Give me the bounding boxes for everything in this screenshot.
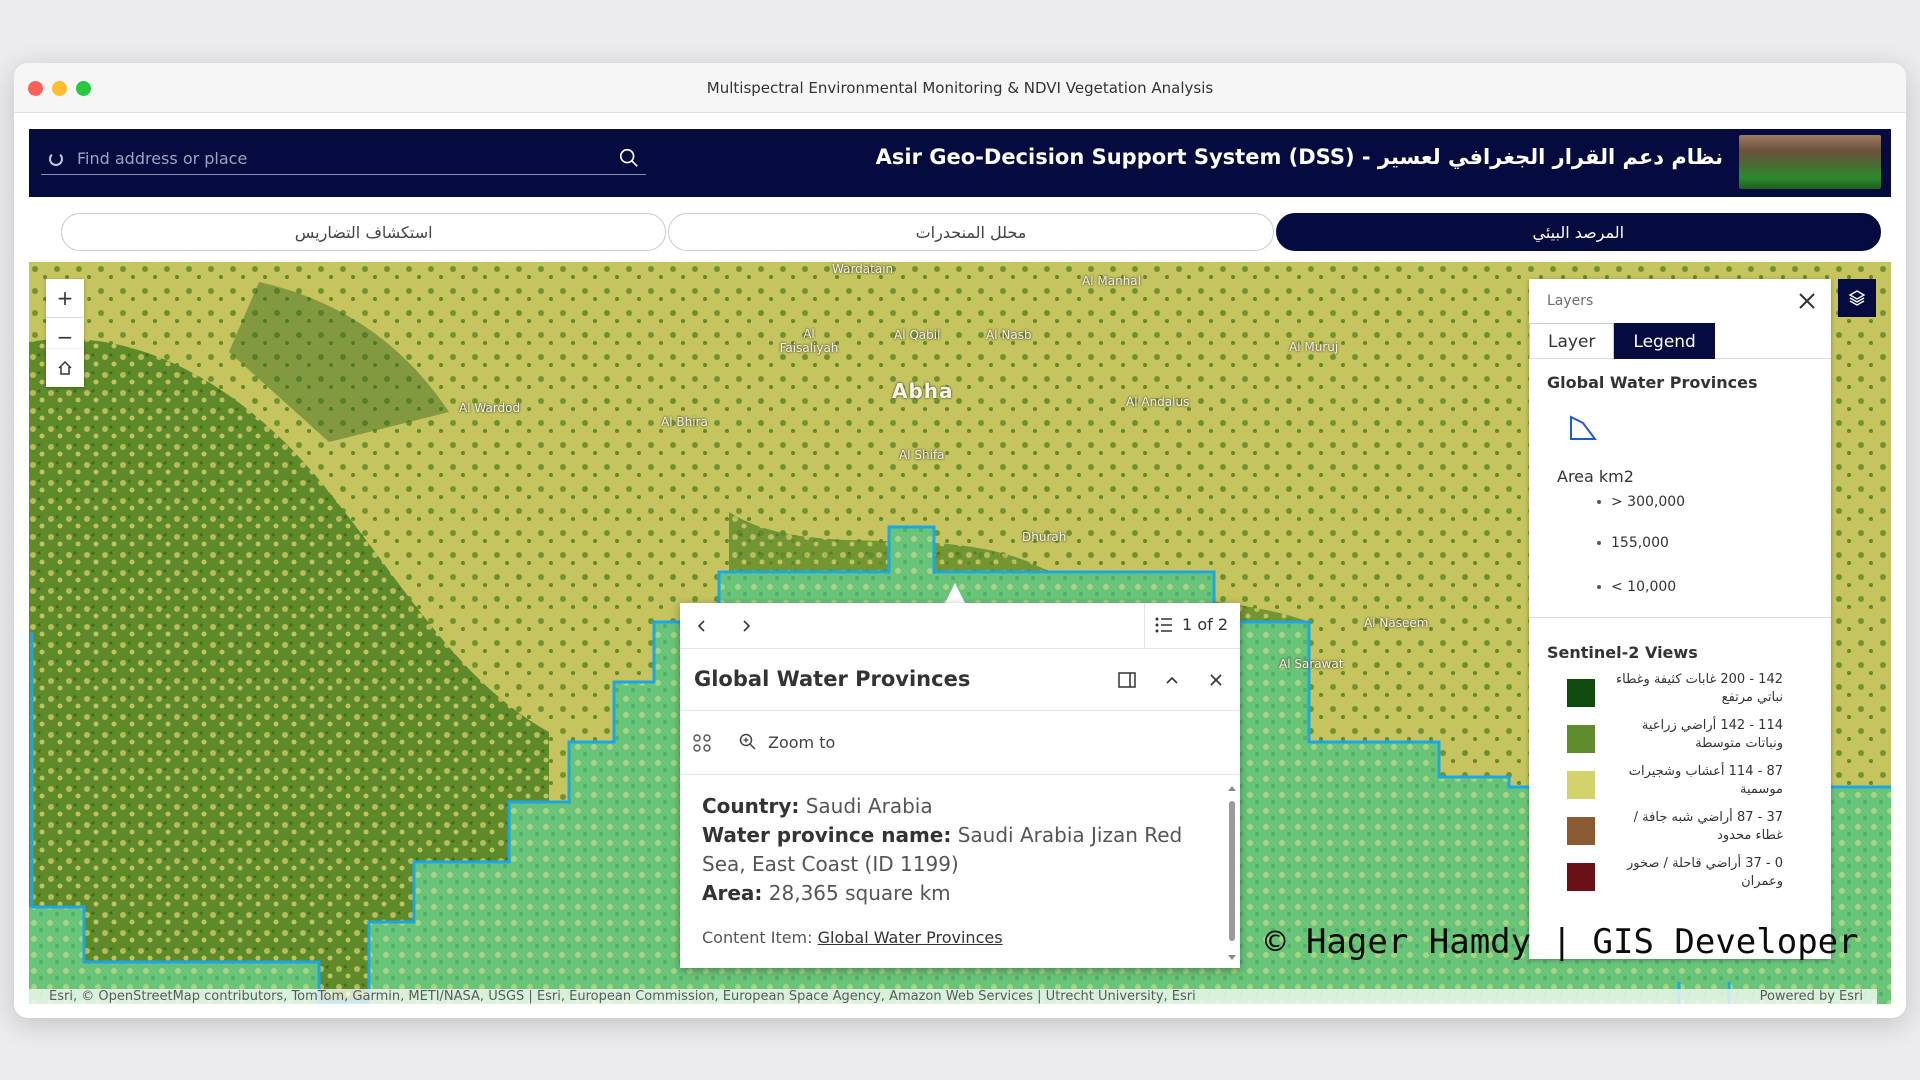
layers-toggle-button[interactable] bbox=[1838, 279, 1876, 317]
chevron-up-icon[interactable] bbox=[1162, 670, 1182, 690]
map-label-al-muruj: Al Muruj bbox=[1289, 340, 1339, 354]
zoom-to-icon bbox=[739, 733, 756, 750]
attr-country: Country: Saudi Arabia bbox=[702, 794, 933, 818]
scroll-up-icon[interactable] bbox=[1227, 783, 1237, 793]
popup-navigation: 1 of 2 bbox=[680, 603, 1240, 649]
list-icon bbox=[1155, 617, 1173, 632]
popup-title-row: Global Water Provinces bbox=[680, 649, 1240, 711]
legend-area-label: Area km2 bbox=[1557, 467, 1634, 486]
map-label-al-bhira: Al Bhira bbox=[661, 415, 708, 429]
attr-water-province: Water province name: Saudi Arabia Jizan … bbox=[702, 823, 1183, 876]
popup-scrollbar[interactable] bbox=[1227, 783, 1237, 963]
legend-class-label: 0 - 37 أراضي قاحلة / صخور وعمران bbox=[1627, 856, 1783, 889]
legend-swatch bbox=[1567, 863, 1595, 891]
layers-panel-title: Layers bbox=[1547, 293, 1594, 309]
zoom-to-label: Zoom to bbox=[768, 732, 836, 752]
legend-size-medium: 155,000 bbox=[1597, 535, 1669, 551]
app-header: Asir Geo-Decision Support System (DSS) -… bbox=[29, 129, 1891, 197]
main-tabs: استكشاف التضاريس محلل المنحدرات المرصد ا… bbox=[61, 213, 1881, 253]
popup-feature-menu[interactable]: 1 of 2 bbox=[1154, 615, 1228, 634]
map-label-abha: Abha bbox=[892, 379, 954, 403]
search-widget bbox=[41, 141, 646, 175]
map-label-al-shifa: Al Shifa bbox=[899, 448, 945, 462]
layers-panel-tabs: Layer Legend bbox=[1529, 323, 1831, 359]
attr-area: Area: 28,365 square km bbox=[702, 881, 951, 905]
zoom-in-button[interactable]: + bbox=[46, 279, 84, 317]
popup-nav-divider bbox=[1144, 603, 1145, 649]
legend-body: Global Water Provinces Area km2 > 300,00… bbox=[1529, 359, 1831, 959]
grid-icon[interactable] bbox=[692, 733, 712, 753]
popup-pointer bbox=[945, 583, 965, 603]
zoom-to-button[interactable]: Zoom to bbox=[738, 732, 835, 752]
legend-class-row: 87 - 114 أعشاب وشجيرات موسمية bbox=[1567, 763, 1783, 799]
popup-title: Global Water Provinces bbox=[694, 667, 971, 691]
tab-layer[interactable]: Layer bbox=[1529, 323, 1615, 359]
legend-class-label: 37 - 87 أراضي شبه جافة / غطاء محدود bbox=[1633, 810, 1783, 843]
map-label-al-wardod: Al Wardod bbox=[459, 401, 521, 415]
map-label-al-andalus: Al Andalus bbox=[1126, 395, 1190, 409]
legend-size-large: > 300,000 bbox=[1597, 494, 1685, 510]
home-icon bbox=[58, 360, 72, 375]
legend-class-row: 0 - 37 أراضي قاحلة / صخور وعمران bbox=[1567, 855, 1783, 891]
search-input[interactable] bbox=[77, 141, 597, 175]
scrollbar-thumb[interactable] bbox=[1229, 801, 1235, 941]
dock-icon[interactable] bbox=[1117, 670, 1137, 690]
legend-class-row: 142 - 200 غابات كثيفة وغطاء نباتي مرتفع bbox=[1567, 671, 1783, 707]
search-icon[interactable] bbox=[618, 147, 640, 169]
legend-swatch bbox=[1567, 679, 1595, 707]
map-label-al-nasb: Al Nasb bbox=[986, 328, 1032, 342]
close-icon[interactable] bbox=[1795, 289, 1819, 313]
layers-icon bbox=[1848, 290, 1866, 306]
legend-divider bbox=[1529, 617, 1831, 618]
scroll-down-icon[interactable] bbox=[1227, 953, 1237, 963]
chevron-right-icon[interactable] bbox=[736, 616, 756, 636]
legend-class-label: 114 - 142 أراضي زراعية ونباتات متوسطة bbox=[1641, 718, 1783, 751]
legend-water-heading: Global Water Provinces bbox=[1547, 373, 1758, 392]
feature-popup: 1 of 2 Global Water Provinces Zoom to Co… bbox=[680, 603, 1240, 968]
legend-class-label: 87 - 114 أعشاب وشجيرات موسمية bbox=[1628, 764, 1783, 797]
attribution-text: Esri, © OpenStreetMap contributors, TomT… bbox=[49, 989, 1196, 1004]
title-bar: Multispectral Environmental Monitoring &… bbox=[14, 63, 1906, 113]
map-label-al-naseem: Al Naseem bbox=[1364, 616, 1429, 630]
tab-legend[interactable]: Legend bbox=[1614, 323, 1715, 359]
map-label-dhurah: Dhurah bbox=[1022, 530, 1067, 544]
close-icon[interactable] bbox=[1206, 670, 1226, 690]
loading-icon bbox=[49, 152, 63, 166]
legend-swatch bbox=[1567, 771, 1595, 799]
app-title: Asir Geo-Decision Support System (DSS) -… bbox=[875, 145, 1723, 169]
popup-content: Country: Saudi Arabia Water province nam… bbox=[680, 776, 1225, 968]
zoom-controls: + − bbox=[46, 279, 84, 355]
content-item-link[interactable]: Global Water Provinces bbox=[818, 928, 1003, 947]
legend-class-row: 37 - 87 أراضي شبه جافة / غطاء محدود bbox=[1567, 809, 1783, 845]
map-label-wardatain: Wardatain bbox=[832, 262, 894, 276]
legend-swatch bbox=[1567, 725, 1595, 753]
author-watermark: © Hager Hamdy | GIS Developer bbox=[1265, 922, 1859, 962]
popup-page-count: 1 of 2 bbox=[1182, 615, 1228, 634]
home-button[interactable] bbox=[46, 349, 84, 387]
map-label-al-manhal: Al Manhal bbox=[1082, 274, 1141, 288]
layers-panel: Layers Layer Legend Global Water Provinc… bbox=[1529, 279, 1831, 959]
polygon-symbol-icon bbox=[1570, 415, 1597, 440]
window-title: Multispectral Environmental Monitoring &… bbox=[706, 79, 1214, 97]
layers-panel-header: Layers bbox=[1529, 279, 1831, 319]
map-label-al-qabil: Al Qabil bbox=[894, 328, 941, 342]
legend-class-label: 142 - 200 غابات كثيفة وغطاء نباتي مرتفع bbox=[1616, 672, 1783, 705]
map-label-al-sarawat: Al Sarawat bbox=[1279, 657, 1344, 671]
tab-terrain-explorer[interactable]: استكشاف التضاريس bbox=[61, 213, 667, 251]
content-item: Content Item: Global Water Provinces bbox=[702, 928, 1003, 947]
powered-by[interactable]: Powered by Esri bbox=[1760, 989, 1863, 1004]
tab-slope-analyzer[interactable]: محلل المنحدرات bbox=[668, 213, 1274, 251]
map-attribution: Esri, © OpenStreetMap contributors, TomT… bbox=[15, 989, 1877, 1005]
tab-environmental-observatory[interactable]: المرصد البيئي bbox=[1275, 213, 1881, 251]
legend-class-row: 114 - 142 أراضي زراعية ونباتات متوسطة bbox=[1567, 717, 1783, 753]
legend-sentinel-heading: Sentinel-2 Views bbox=[1547, 643, 1698, 662]
popup-actions: Zoom to bbox=[680, 711, 1240, 775]
map-label-al-faisaliyah: Al Faisaliyah bbox=[779, 327, 839, 355]
chevron-left-icon[interactable] bbox=[692, 616, 712, 636]
legend-swatch bbox=[1567, 817, 1595, 845]
legend-size-small: < 10,000 bbox=[1597, 579, 1676, 595]
header-logo-image bbox=[1739, 135, 1881, 189]
